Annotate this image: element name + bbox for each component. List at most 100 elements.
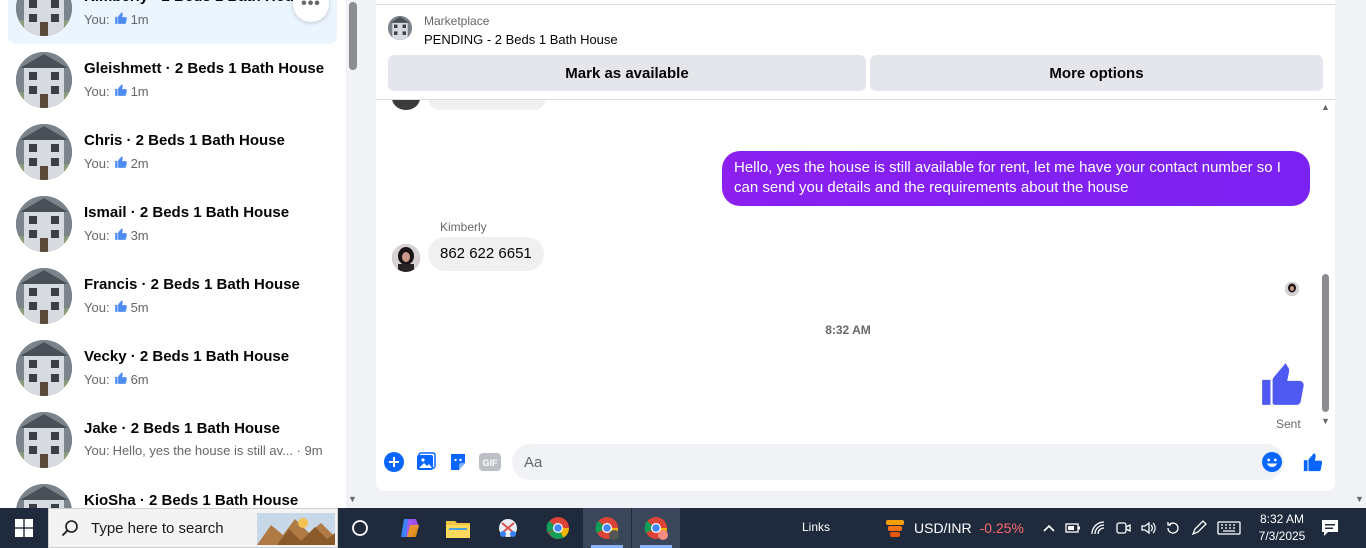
conversation-item[interactable]: Vecky · 2 Beds 1 Bath House You: 6m (8, 332, 337, 404)
conversation-avatar (16, 124, 72, 180)
speaker-icon[interactable] (1140, 520, 1156, 536)
conversation-name: Kimberly · 2 Beds 1 Bath House (84, 0, 311, 5)
conversation-name: Gleishmett · 2 Beds 1 Bath House (84, 60, 324, 77)
mark-as-available-button[interactable]: Mark as available (388, 55, 866, 91)
chrome-profile-icon[interactable] (583, 508, 631, 548)
listing-avatar[interactable] (388, 16, 412, 40)
conversation-item[interactable]: Ismail · 2 Beds 1 Bath House You: 3m (8, 188, 337, 260)
camera-in-use-icon[interactable] (1115, 520, 1131, 536)
preview-sender: You: (84, 372, 110, 387)
plus-circle-icon[interactable] (383, 451, 405, 473)
thumbs-up-icon (114, 155, 128, 172)
preview-time: 6m (130, 372, 149, 387)
scroll-up-arrow-icon[interactable]: ▲ (1321, 102, 1330, 112)
message-status: Sent (1276, 417, 1301, 431)
preview-text: Hello, yes the house is still av... (112, 443, 293, 458)
conversation-name: Francis · 2 Beds 1 Bath House (84, 276, 300, 293)
conversation-item[interactable]: KioSha · 2 Beds 1 Bath House (8, 476, 337, 508)
conversation-item[interactable]: Francis · 2 Beds 1 Bath House You: 5m (8, 260, 337, 332)
send-like-icon[interactable] (1302, 451, 1324, 478)
thumbs-up-icon (114, 227, 128, 244)
stock-ticker-icon (886, 520, 904, 537)
emoji-icon[interactable] (1262, 452, 1282, 477)
message-timestamp: 8:32 AM (825, 323, 871, 337)
scroll-down-arrow-icon[interactable]: ▼ (348, 494, 357, 504)
system-tray (1042, 508, 1241, 548)
conversation-avatar (16, 52, 72, 108)
conversation-preview: You: 5m (84, 299, 149, 316)
preview-sender: You: (84, 84, 110, 99)
snipping-tool-icon[interactable] (484, 508, 532, 548)
scroll-down-arrow-icon[interactable]: ▼ (1321, 416, 1330, 426)
outgoing-message[interactable]: Hello, yes the house is still available … (722, 151, 1310, 206)
conversation-list: Kimberly · 2 Beds 1 Bath House You: 1m ••• G… (0, 0, 346, 508)
clock-time: 8:32 AM (1259, 512, 1305, 526)
conversation-preview: You: 3m (84, 227, 149, 244)
preview-time: 5m (130, 300, 149, 315)
message-bubble (428, 100, 546, 110)
chrome-icon[interactable] (534, 508, 582, 548)
taskbar-search-box[interactable]: Type here to search (48, 508, 338, 548)
scroll-down-arrow-icon[interactable]: ▼ (1355, 494, 1364, 504)
system-clock[interactable]: 8:32 AM 7/3/2025 (1254, 511, 1310, 545)
conversation-item[interactable]: Chris · 2 Beds 1 Bath House You: 2m (8, 116, 337, 188)
pen-icon[interactable] (1190, 519, 1208, 537)
message-input[interactable] (512, 444, 1284, 480)
gif-icon[interactable]: GIF (479, 451, 501, 473)
scrollbar-thumb[interactable] (349, 2, 357, 70)
conversation-preview: You: 1m (84, 11, 149, 28)
conversation-preview: You: 6m (84, 371, 149, 388)
preview-separator: · (292, 443, 305, 458)
conversation-avatar (16, 196, 72, 252)
sender-name: Kimberly (440, 220, 487, 234)
conversation-avatar (16, 268, 72, 324)
sync-icon[interactable] (1165, 520, 1181, 536)
sender-avatar (392, 100, 420, 110)
sticker-icon[interactable] (447, 451, 469, 473)
thumbs-up-icon (114, 11, 128, 28)
thumbs-up-icon[interactable] (1258, 358, 1308, 415)
incoming-message[interactable]: 862 622 6651 (428, 237, 544, 271)
battery-icon[interactable] (1065, 520, 1081, 536)
page-scrollbar[interactable]: ▼ (1352, 0, 1366, 508)
message-thread: Hello, yes the house is still available … (376, 100, 1335, 436)
chat-header: Marketplace PENDING - 2 Beds 1 Bath Hous… (376, 4, 1335, 100)
conversation-item[interactable]: Kimberly · 2 Beds 1 Bath House You: 1m ••• (8, 0, 337, 44)
conversation-item[interactable]: Gleishmett · 2 Beds 1 Bath House You: 1m (8, 44, 337, 116)
preview-time: 1m (130, 12, 149, 27)
more-options-button[interactable]: More options (870, 55, 1323, 91)
conversation-avatar (16, 412, 72, 468)
conversation-list-scrollbar[interactable]: ▼ (346, 0, 360, 508)
conversation-preview: You: Hello, yes the house is still av... … (84, 443, 323, 458)
file-explorer-icon[interactable] (434, 508, 482, 548)
conversation-name: Chris · 2 Beds 1 Bath House (84, 132, 285, 149)
conversation-avatar (16, 340, 72, 396)
task-view-icon[interactable] (336, 508, 384, 548)
copilot-icon[interactable] (386, 508, 434, 548)
thread-scrollbar[interactable]: ▲ ▼ (1320, 100, 1332, 436)
currency-ticker[interactable]: USD/INR -0.25% (884, 517, 1024, 539)
wifi-icon[interactable] (1090, 520, 1106, 536)
chevron-up-icon[interactable] (1042, 521, 1056, 535)
search-icon (61, 520, 78, 537)
more-icon[interactable]: ••• (293, 0, 329, 22)
preview-time: 3m (130, 228, 149, 243)
notifications-icon[interactable] (1320, 518, 1340, 543)
preview-time: 9m (304, 443, 323, 458)
conversation-preview: You: 2m (84, 155, 149, 172)
links-toolbar[interactable]: Links (802, 520, 830, 534)
message-composer: GIF (376, 442, 1335, 482)
conversation-name: KioSha · 2 Beds 1 Bath House (84, 492, 299, 508)
scrollbar-thumb[interactable] (1322, 274, 1329, 412)
keyboard-icon[interactable] (1217, 520, 1241, 536)
chrome-profile-icon[interactable] (632, 508, 680, 548)
photo-gallery-icon[interactable] (415, 451, 437, 473)
preview-sender: You: (84, 443, 110, 458)
gif-label: GIF (483, 458, 499, 468)
listing-title[interactable]: PENDING - 2 Beds 1 Bath House (424, 32, 618, 47)
sender-avatar[interactable] (392, 244, 420, 272)
thumbs-up-icon (114, 299, 128, 316)
windows-start-icon[interactable] (0, 508, 48, 548)
preview-time: 1m (130, 84, 149, 99)
conversation-item[interactable]: Jake · 2 Beds 1 Bath House You: Hello, yes… (8, 404, 337, 476)
